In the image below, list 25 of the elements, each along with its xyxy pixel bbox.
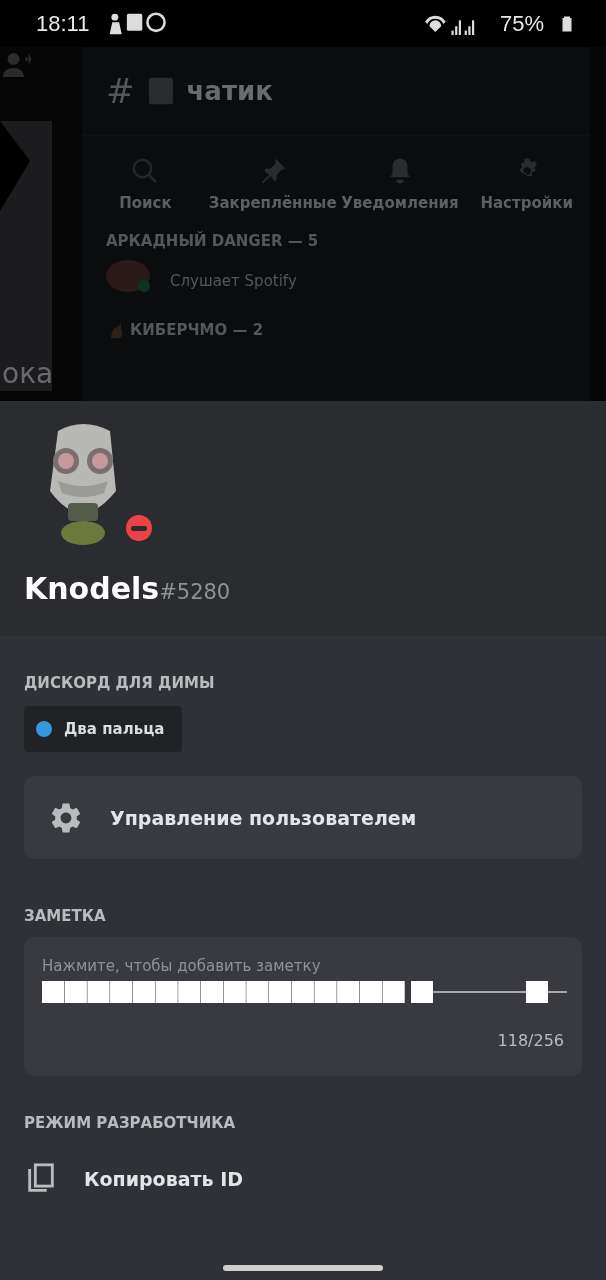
copy-id-button[interactable]: Копировать ID <box>24 1162 243 1196</box>
member-section-title: КИБЕРЧМО — 2 <box>130 321 264 339</box>
note-heading: ЗАМЕТКА <box>24 907 107 925</box>
note-field[interactable]: Нажмите, чтобы добавить заметку 118/256 <box>24 937 582 1076</box>
channel-action[interactable]: Настройки <box>480 194 573 212</box>
member-section-title: АРКАДНЫЙ DANGER — 5 <box>105 232 320 250</box>
channel-action[interactable]: Уведомления <box>341 194 459 212</box>
username: Knodels <box>24 571 160 606</box>
channel-action[interactable]: Закреплённые <box>208 194 337 212</box>
channel-title: чатик <box>186 76 273 106</box>
note-hint: Нажмите, чтобы добавить заметку <box>42 957 322 975</box>
cut-text: ока <box>1 357 52 391</box>
role-name: Два пальца <box>64 720 165 738</box>
member-activity: Слушает Spotify <box>170 272 297 290</box>
do-not-disturb-icon <box>126 515 152 541</box>
developer-heading: РЕЖИМ РАЗРАБОТЧИКА <box>24 1114 237 1132</box>
character-counter: 118/256 <box>497 1031 564 1050</box>
status-time: 18:11 <box>36 10 90 37</box>
home-indicator[interactable] <box>223 1265 383 1271</box>
server-name: ДИСКОРД ДЛЯ ДИМЫ <box>24 674 216 692</box>
discriminator: #5280 <box>159 580 231 604</box>
battery-level: 75% <box>499 10 544 37</box>
channel-hash: # <box>106 71 135 111</box>
manage-user-button[interactable]: Управление пользователем <box>24 776 582 859</box>
channel-action[interactable]: Поиск <box>119 194 172 212</box>
